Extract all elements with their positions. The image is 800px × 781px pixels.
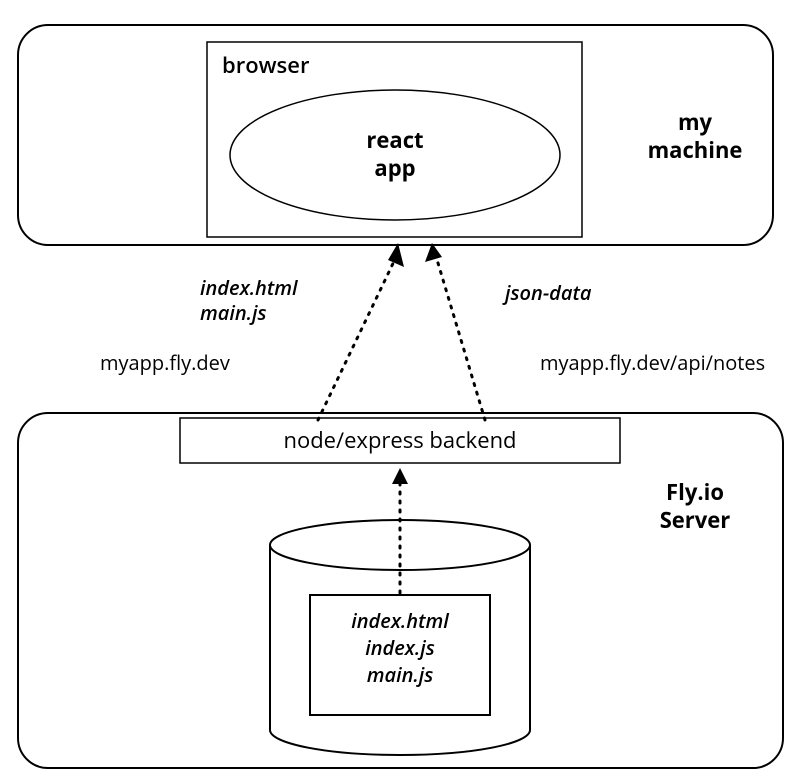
react-app-label-2: app [374, 153, 415, 183]
cyl-file-3: main.js [367, 661, 434, 688]
fly-label-2: Server [660, 505, 731, 535]
react-app-label-1: react [366, 125, 423, 155]
arrowhead-left [388, 243, 404, 267]
left-url: myapp.fly.dev [100, 349, 230, 376]
my-machine-label-1: my [678, 107, 713, 137]
arrowhead-up [392, 468, 408, 484]
arrow-right [435, 253, 485, 420]
my-machine-label-2: machine [648, 135, 743, 165]
left-arrow-file-2: main.js [200, 299, 267, 326]
right-arrow-label: json-data [502, 279, 592, 306]
architecture-diagram: my machine browser react app Fly.io Serv… [0, 0, 800, 781]
fly-label-1: Fly.io [666, 477, 724, 507]
left-arrow-file-1: index.html [200, 274, 298, 301]
right-url: myapp.fly.dev/api/notes [540, 349, 765, 376]
cyl-file-2: index.js [365, 634, 435, 661]
browser-label: browser [222, 50, 310, 80]
cyl-file-1: index.html [351, 607, 449, 634]
arrow-left [318, 253, 398, 420]
backend-label: node/express backend [283, 425, 516, 455]
